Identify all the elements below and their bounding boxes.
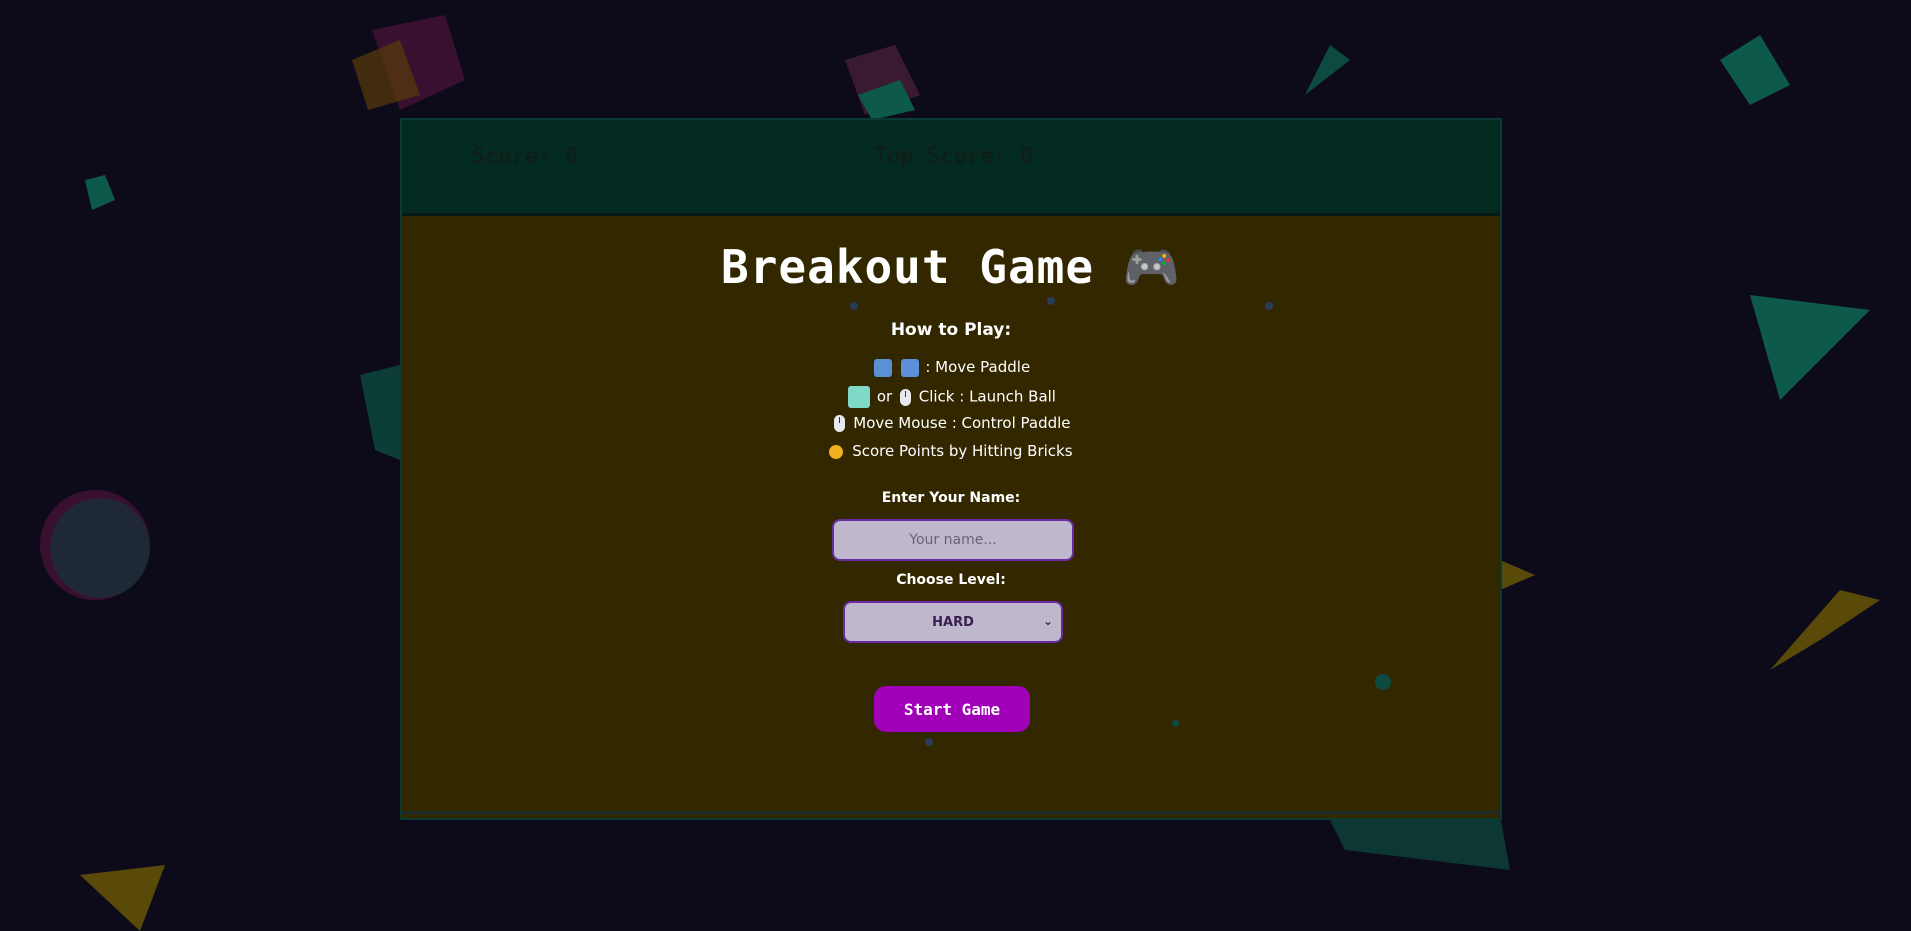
level-label: Choose Level: <box>896 572 1006 588</box>
score-label: Score: 0 <box>472 144 578 169</box>
score-bar: Score: 0 Top Score: 0 <box>402 120 1500 216</box>
mouse-icon <box>834 415 846 432</box>
instruction-text: Move Mouse : Control Paddle <box>853 414 1071 432</box>
chevron-down-icon: ⌄ <box>1042 614 1053 628</box>
game-container: Score: 0 Top Score: 0 Breakout Game 🎮 Ho… <box>400 118 1502 820</box>
instruction-text: Score Points by Hitting Bricks <box>852 442 1073 460</box>
bg-diamond-shape <box>1720 35 1790 105</box>
decor-dot <box>1375 674 1391 690</box>
decor-dot <box>850 302 858 310</box>
bg-small-cube <box>85 175 115 210</box>
instruction-move-paddle: : Move Paddle <box>402 358 1500 377</box>
start-game-button[interactable]: Start Game <box>874 686 1030 732</box>
instruction-launch-ball: or Click : Launch Ball <box>402 386 1500 408</box>
level-selected-value: HARD <box>932 614 974 630</box>
instruction-or: or <box>876 387 893 406</box>
bg-lightning-shape <box>1770 590 1880 670</box>
instruction-text: : Move Paddle <box>925 358 1031 376</box>
decor-dot <box>1172 720 1179 727</box>
right-arrow-key-icon <box>900 358 919 377</box>
top-score-label: Top Score: 0 <box>874 144 1033 169</box>
play-area-bottom-border <box>402 811 1500 814</box>
bg-chevron-shape <box>1500 560 1535 590</box>
decor-dot <box>1047 297 1055 305</box>
decor-dot <box>1265 302 1273 310</box>
level-select[interactable]: HARD ⌄ <box>843 601 1063 643</box>
decor-dot <box>925 738 933 746</box>
instruction-text: Click : Launch Ball <box>918 387 1056 406</box>
game-title: Breakout Game 🎮 <box>721 240 1181 294</box>
medal-icon <box>829 444 844 459</box>
space-key-icon <box>848 386 871 408</box>
bg-triangle-shape <box>1305 45 1350 95</box>
how-to-play-heading: How to Play: <box>890 320 1012 340</box>
mouse-icon <box>899 388 911 406</box>
bg-circle-inner <box>50 498 150 598</box>
name-input[interactable] <box>832 519 1074 561</box>
name-label: Enter Your Name: <box>881 490 1021 506</box>
bg-yellow-triangle <box>80 865 165 931</box>
bg-cassette-left <box>360 365 400 460</box>
left-arrow-key-icon <box>873 358 892 377</box>
instruction-mouse-control: Move Mouse : Control Paddle <box>402 414 1500 432</box>
instruction-score-points: Score Points by Hitting Bricks <box>402 442 1500 460</box>
bg-big-triangle <box>1750 295 1870 400</box>
